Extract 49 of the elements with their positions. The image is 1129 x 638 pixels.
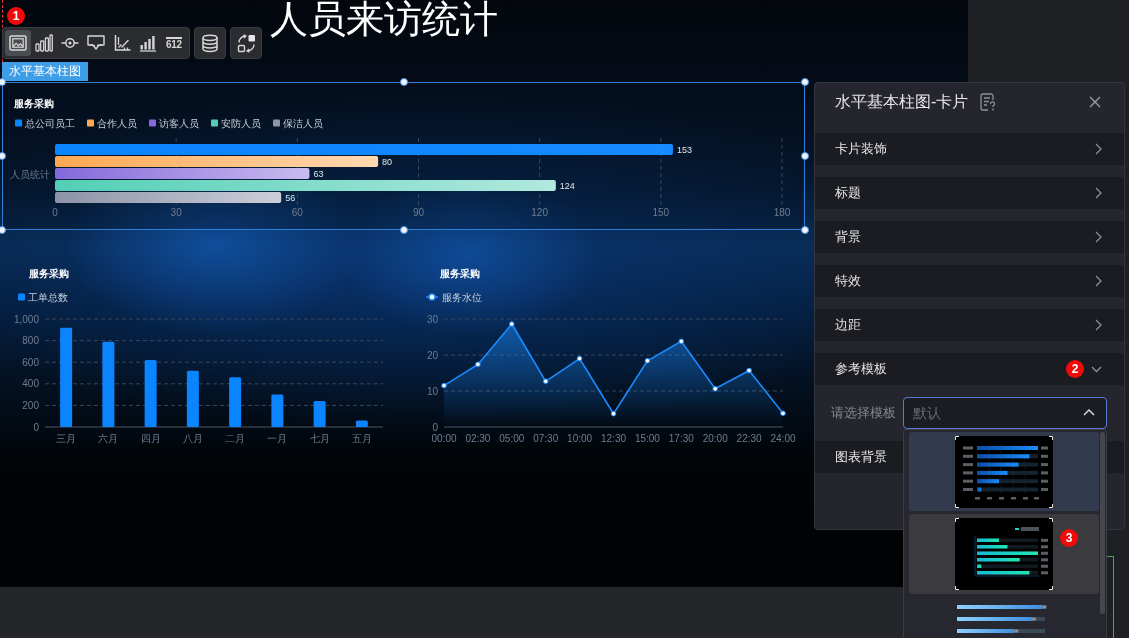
axis-tick-label: 60 [291,207,303,218]
axis-category-label: 人员统计 [10,169,50,180]
axis-tick-label: 20 [426,349,438,361]
axis-category-label: 七月 [309,433,330,444]
axis-tick-label: 0 [52,207,58,218]
axis-category-label: 00:00 [431,433,457,444]
axis-tick-label: 0 [33,421,39,433]
data-label: 80 [382,157,393,167]
axis-tick-label: 30 [426,313,438,325]
axis-tick-label: 10 [426,385,438,397]
axis-tick-label: 150 [652,207,670,218]
axis-category-label: 四月 [140,433,161,444]
chart-title: 服务采购 [14,98,54,109]
callout-badge: 1 [7,7,25,25]
data-label: 63 [313,169,324,179]
axis-tick-label: 0 [432,421,438,433]
axis-category-label: 24:00 [770,433,796,444]
data-label: 124 [559,181,575,191]
data-label: 56 [285,193,296,203]
axis-category-label: 10:00 [567,433,593,444]
axis-category-label: 22:30 [736,433,762,444]
panel-title: 水平基本柱图-卡片 [835,91,969,112]
chart-title: 服务采购 [29,268,69,279]
axis-category-label: 一月 [267,433,288,444]
axis-category-label: 02:30 [465,433,491,444]
axis-tick-label: 1,000 [13,313,39,325]
axis-category-label: 15:00 [634,433,660,444]
axis-category-label: 八月 [182,433,203,444]
axis-category-label: 二月 [225,433,246,444]
axis-category-label: 12:30 [601,433,626,444]
axis-tick-label: 800 [22,335,39,347]
axis-tick-label: 400 [22,378,39,390]
axis-category-label: 三月 [56,433,77,444]
axis-category-label: 17:30 [668,433,694,444]
axis-tick-label: 30 [170,207,182,218]
data-label: 153 [676,145,692,155]
axis-tick-label: 180 [773,207,791,218]
axis-category-label: 六月 [98,433,119,444]
axis-tick-label: 120 [531,207,548,218]
axis-category-label: 05:00 [499,433,525,444]
axis-category-label: 20:00 [702,433,728,444]
axis-category-label: 五月 [351,433,372,444]
axis-tick-label: 200 [22,399,39,411]
chart-title: 服务采购 [440,268,480,279]
canvas-title: 人员来访统计 [270,0,498,41]
axis-tick-label: 600 [22,356,39,368]
axis-category-label: 07:30 [533,433,559,444]
field-label: 请选择模板 [831,404,897,422]
axis-tick-label: 90 [412,207,425,218]
